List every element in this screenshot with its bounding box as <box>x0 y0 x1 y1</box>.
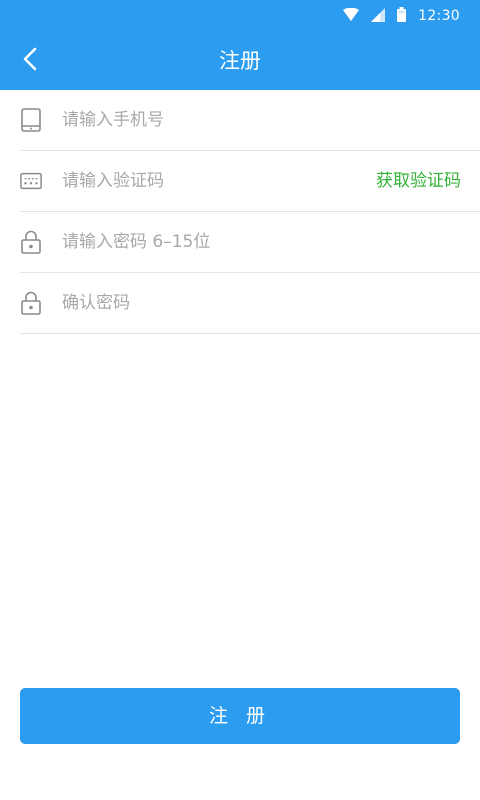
confirm-password-input[interactable] <box>62 285 362 321</box>
phone-icon <box>20 108 42 132</box>
status-bar: 12:30 <box>0 0 480 32</box>
status-time: 12:30 <box>418 8 460 24</box>
chevron-left-icon <box>23 47 37 75</box>
battery-icon <box>397 6 407 26</box>
page-title: 注册 <box>219 49 261 73</box>
get-code-button[interactable]: 获取验证码 <box>376 170 461 192</box>
confirm-password-row <box>20 273 480 334</box>
wifi-icon <box>343 7 360 26</box>
register-button[interactable]: 注 册 <box>20 688 460 744</box>
verification-code-input[interactable] <box>62 163 362 199</box>
lock-icon <box>20 230 42 254</box>
status-icons: 12:30 <box>343 6 460 26</box>
phone-input[interactable] <box>62 102 362 138</box>
password-input[interactable] <box>62 224 362 260</box>
back-button[interactable] <box>10 41 50 81</box>
app-bar: 注册 <box>0 32 480 90</box>
lock-icon <box>20 291 42 315</box>
code-row: 获取验证码 <box>20 151 480 212</box>
cell-signal-icon <box>371 7 386 26</box>
register-form: 获取验证码 <box>0 90 480 334</box>
keyboard-icon <box>20 169 42 193</box>
phone-row <box>20 90 480 151</box>
password-row <box>20 212 480 273</box>
